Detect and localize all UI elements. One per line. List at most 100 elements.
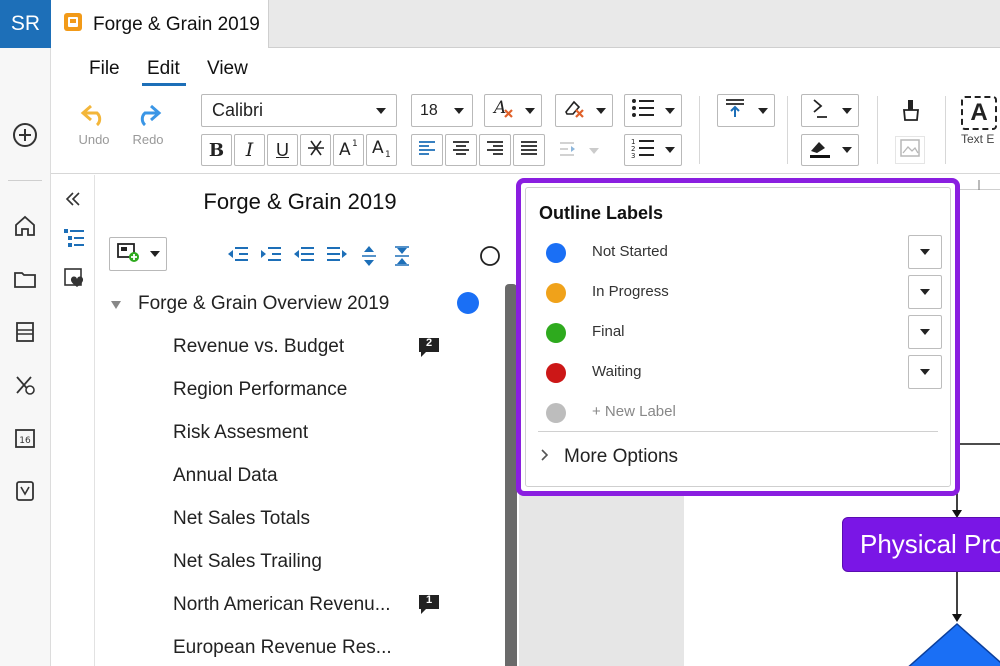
- add-topic-button[interactable]: [109, 237, 167, 271]
- menu-file[interactable]: File: [89, 58, 120, 80]
- label-color-dot[interactable]: [546, 363, 566, 383]
- label-options-dropdown[interactable]: [908, 355, 942, 389]
- ribbon-separator: [877, 96, 878, 164]
- svg-text:A: A: [372, 138, 384, 158]
- new-label-button[interactable]: + New Label: [592, 403, 676, 420]
- redo-button[interactable]: Redo: [129, 102, 167, 152]
- outline-view-icon[interactable]: [63, 227, 85, 249]
- bold-button[interactable]: B: [201, 134, 232, 166]
- font-family-select[interactable]: Calibri: [201, 94, 397, 127]
- more-options-button[interactable]: More Options: [540, 444, 678, 470]
- outline-root[interactable]: Forge & Grain Overview 2019: [138, 293, 389, 315]
- font-size-select[interactable]: 18: [411, 94, 473, 127]
- document-list-icon[interactable]: [9, 316, 41, 348]
- comment-icon[interactable]: 2: [417, 336, 441, 357]
- strikethrough-icon: [307, 139, 325, 162]
- line-style-icon: [808, 97, 830, 124]
- label-row-not-started[interactable]: Not Started: [526, 235, 950, 275]
- text-box-icon: A: [961, 96, 997, 130]
- fill-color-button[interactable]: [801, 134, 859, 166]
- document-tab[interactable]: Forge & Grain 2019: [51, 0, 269, 49]
- italic-button[interactable]: I: [234, 134, 265, 166]
- list-item[interactable]: Revenue vs. Budget: [173, 336, 344, 358]
- favorites-icon[interactable]: [63, 267, 85, 289]
- label-color-dot[interactable]: [546, 283, 566, 303]
- collapse-all-icon[interactable]: [392, 245, 412, 267]
- list-item[interactable]: Net Sales Trailing: [173, 551, 322, 573]
- root-label-dot[interactable]: [457, 292, 479, 314]
- label-row-in-progress[interactable]: In Progress: [526, 275, 950, 315]
- promote-icon[interactable]: [227, 245, 249, 265]
- image-style-button[interactable]: [895, 136, 925, 164]
- add-icon[interactable]: [9, 119, 41, 151]
- vertical-align-button[interactable]: [717, 94, 775, 127]
- align-justify-icon: [520, 140, 538, 161]
- menu-view[interactable]: View: [207, 58, 248, 80]
- process-shape[interactable]: Physical Pro: [842, 517, 1000, 572]
- outdent-icon[interactable]: [293, 245, 315, 265]
- comment-count: 2: [425, 337, 433, 349]
- strikethrough-button[interactable]: [300, 134, 331, 166]
- underline-button[interactable]: U: [267, 134, 298, 166]
- demote-icon[interactable]: [260, 245, 282, 265]
- subscript-button[interactable]: A1: [366, 134, 397, 166]
- list-item[interactable]: Net Sales Totals: [173, 508, 310, 530]
- label-name[interactable]: Not Started: [592, 243, 668, 260]
- label-options-dropdown[interactable]: [908, 235, 942, 269]
- clear-format-button[interactable]: A: [484, 94, 542, 127]
- comment-icon[interactable]: 1: [417, 593, 441, 614]
- expand-all-icon[interactable]: [359, 245, 379, 267]
- list-item[interactable]: Region Performance: [173, 379, 347, 401]
- align-center-button[interactable]: [445, 134, 477, 166]
- indent-button[interactable]: [559, 138, 611, 164]
- label-color-dot[interactable]: [546, 323, 566, 343]
- new-label-row[interactable]: + New Label: [526, 395, 950, 435]
- list-item[interactable]: Risk Assesment: [173, 422, 308, 444]
- label-row-final[interactable]: Final: [526, 315, 950, 355]
- decision-shape[interactable]: [900, 622, 1000, 666]
- label-name[interactable]: In Progress: [592, 283, 669, 300]
- more-options-label: More Options: [564, 446, 679, 467]
- rail-divider: [8, 180, 42, 181]
- label-filter-icon[interactable]: [479, 245, 501, 267]
- align-top-icon: [724, 97, 746, 124]
- line-style-button[interactable]: [801, 94, 859, 127]
- list-item[interactable]: European Revenue Res...: [173, 637, 392, 659]
- label-options-dropdown[interactable]: [908, 275, 942, 309]
- format-painter-icon: [900, 98, 922, 127]
- document-tab-title: Forge & Grain 2019: [93, 13, 260, 35]
- font-family-value: Calibri: [212, 100, 264, 120]
- align-left-button[interactable]: [411, 134, 443, 166]
- user-avatar[interactable]: SR: [0, 0, 51, 48]
- paint-bucket-icon: [808, 137, 832, 164]
- undo-button[interactable]: Undo: [75, 102, 113, 152]
- label-name[interactable]: Final: [592, 323, 625, 340]
- superscript-button[interactable]: A1: [333, 134, 364, 166]
- text-box-button[interactable]: A Text E: [961, 96, 1000, 162]
- template-icon[interactable]: [9, 475, 41, 507]
- menu-edit[interactable]: Edit: [147, 58, 180, 80]
- format-painter-button[interactable]: [897, 98, 925, 126]
- clear-highlight-button[interactable]: [555, 94, 613, 127]
- label-color-dot[interactable]: [546, 243, 566, 263]
- folder-icon[interactable]: [9, 263, 41, 295]
- home-icon[interactable]: [9, 210, 41, 242]
- tab-strip: Forge & Grain 2019: [51, 0, 1000, 49]
- caret-down-icon[interactable]: [110, 297, 122, 309]
- collapse-panel-icon[interactable]: [63, 189, 83, 209]
- add-topic-icon: [116, 241, 140, 268]
- indent-icon[interactable]: [326, 245, 348, 265]
- calendar-icon[interactable]: 16: [9, 422, 41, 454]
- list-item[interactable]: Annual Data: [173, 465, 278, 487]
- shared-icon[interactable]: [9, 369, 41, 401]
- list-item[interactable]: North American Revenu...: [173, 594, 391, 616]
- label-name[interactable]: Waiting: [592, 363, 641, 380]
- label-options-dropdown[interactable]: [908, 315, 942, 349]
- bullet-list-button[interactable]: [624, 94, 682, 127]
- label-row-waiting[interactable]: Waiting: [526, 355, 950, 395]
- align-right-button[interactable]: [479, 134, 511, 166]
- align-justify-button[interactable]: [513, 134, 545, 166]
- chevron-down-icon: [525, 107, 535, 114]
- numbered-list-button[interactable]: 123: [624, 134, 682, 166]
- clear-format-icon: A: [491, 96, 517, 125]
